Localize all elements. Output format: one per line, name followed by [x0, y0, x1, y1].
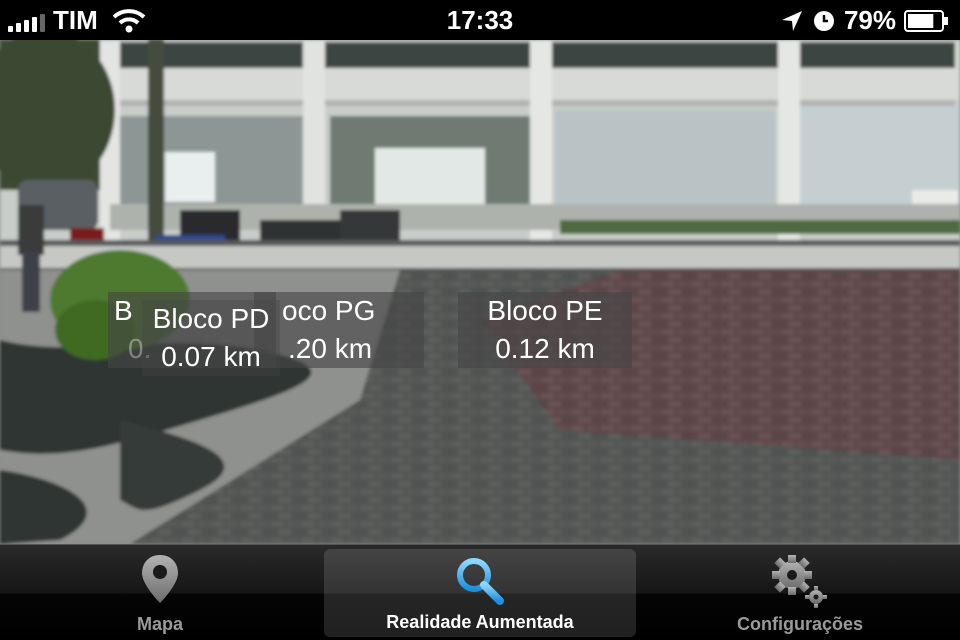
ar-label-name: oco PG	[282, 295, 376, 326]
status-right: 79%	[780, 5, 950, 36]
tab-bar: Mapa Realidade Aumentada Configurações	[0, 544, 960, 640]
gear-icon	[772, 555, 827, 608]
ar-label-distance: .20 km	[288, 333, 373, 364]
tab-label: Realidade Aumentada	[386, 612, 574, 632]
ar-label-bloco-pe[interactable]: Bloco PE 0.12 km	[458, 292, 632, 368]
camera-view: B 0. oco PG .20 km Bloco PD 0.07 km Bloc…	[0, 40, 960, 544]
battery-icon	[904, 9, 948, 32]
screen: TIM 17:33 79% B 0. oco PG .20 km Bloco P…	[0, 0, 960, 640]
status-bar: TIM 17:33 79%	[0, 0, 960, 40]
ar-label-bloco-pd[interactable]: Bloco PD 0.07 km	[142, 300, 280, 376]
map-pin-icon	[142, 555, 178, 603]
ar-label-distance: 0.07 km	[161, 341, 261, 372]
alarm-clock-icon	[813, 10, 834, 31]
ar-label-distance: 0.12 km	[495, 333, 595, 364]
tab-mapa[interactable]: Mapa	[0, 545, 320, 640]
tab-realidade-aumentada[interactable]: Realidade Aumentada	[324, 549, 636, 637]
battery-percent: 79%	[843, 5, 896, 35]
tab-configuracoes[interactable]: Configurações	[640, 545, 960, 640]
search-icon	[457, 558, 504, 605]
ar-label-name: Bloco PD	[152, 303, 270, 334]
tab-label: Configurações	[736, 614, 864, 634]
tab-label: Mapa	[136, 614, 183, 634]
ar-label-name: Bloco PE	[487, 295, 603, 326]
location-arrow-icon	[781, 10, 802, 31]
